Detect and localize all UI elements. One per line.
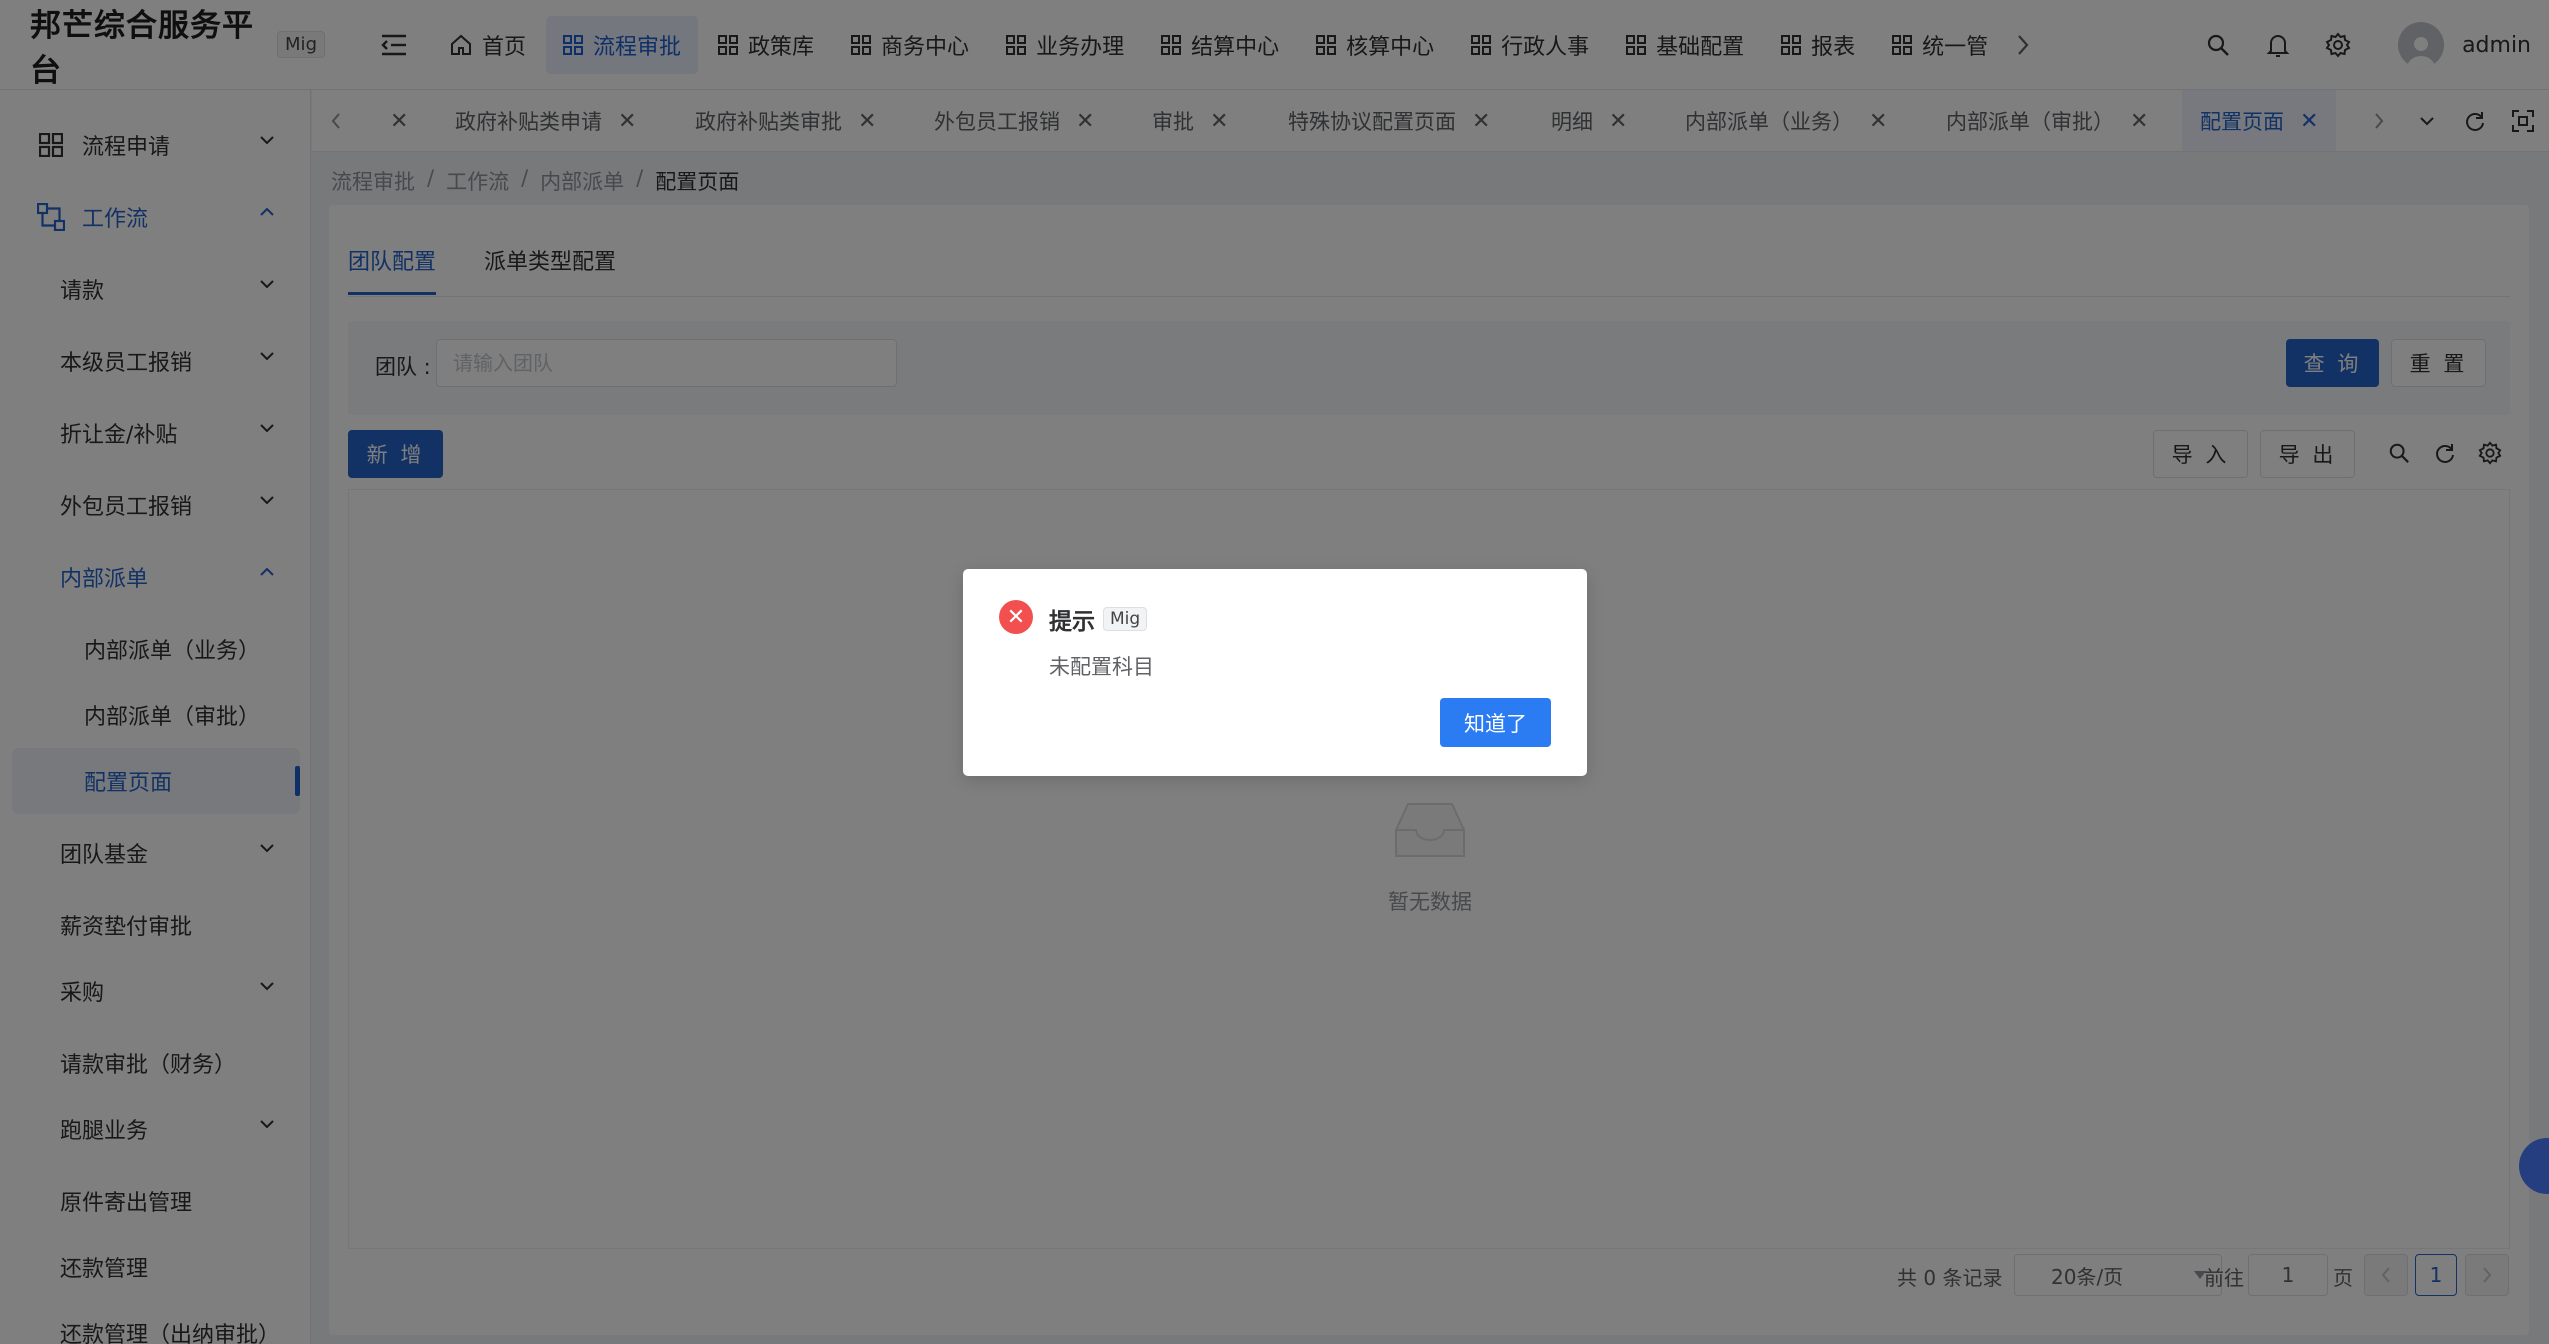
dialog-ok-button[interactable]: 知道了 bbox=[1440, 698, 1551, 747]
app-root: 邦芒综合服务平台 Mig 首页 流程审批 政策库 商务中心 bbox=[0, 0, 2549, 1344]
message-dialog: ✕ 提示 Mig 未配置科目 知道了 bbox=[963, 569, 1587, 776]
dialog-title-row: 提示 Mig bbox=[1049, 602, 1148, 636]
dialog-badge: Mig bbox=[1103, 607, 1148, 631]
error-icon: ✕ bbox=[999, 600, 1033, 634]
dialog-title: 提示 bbox=[1049, 609, 1095, 635]
dialog-message: 未配置科目 bbox=[1049, 655, 1154, 679]
